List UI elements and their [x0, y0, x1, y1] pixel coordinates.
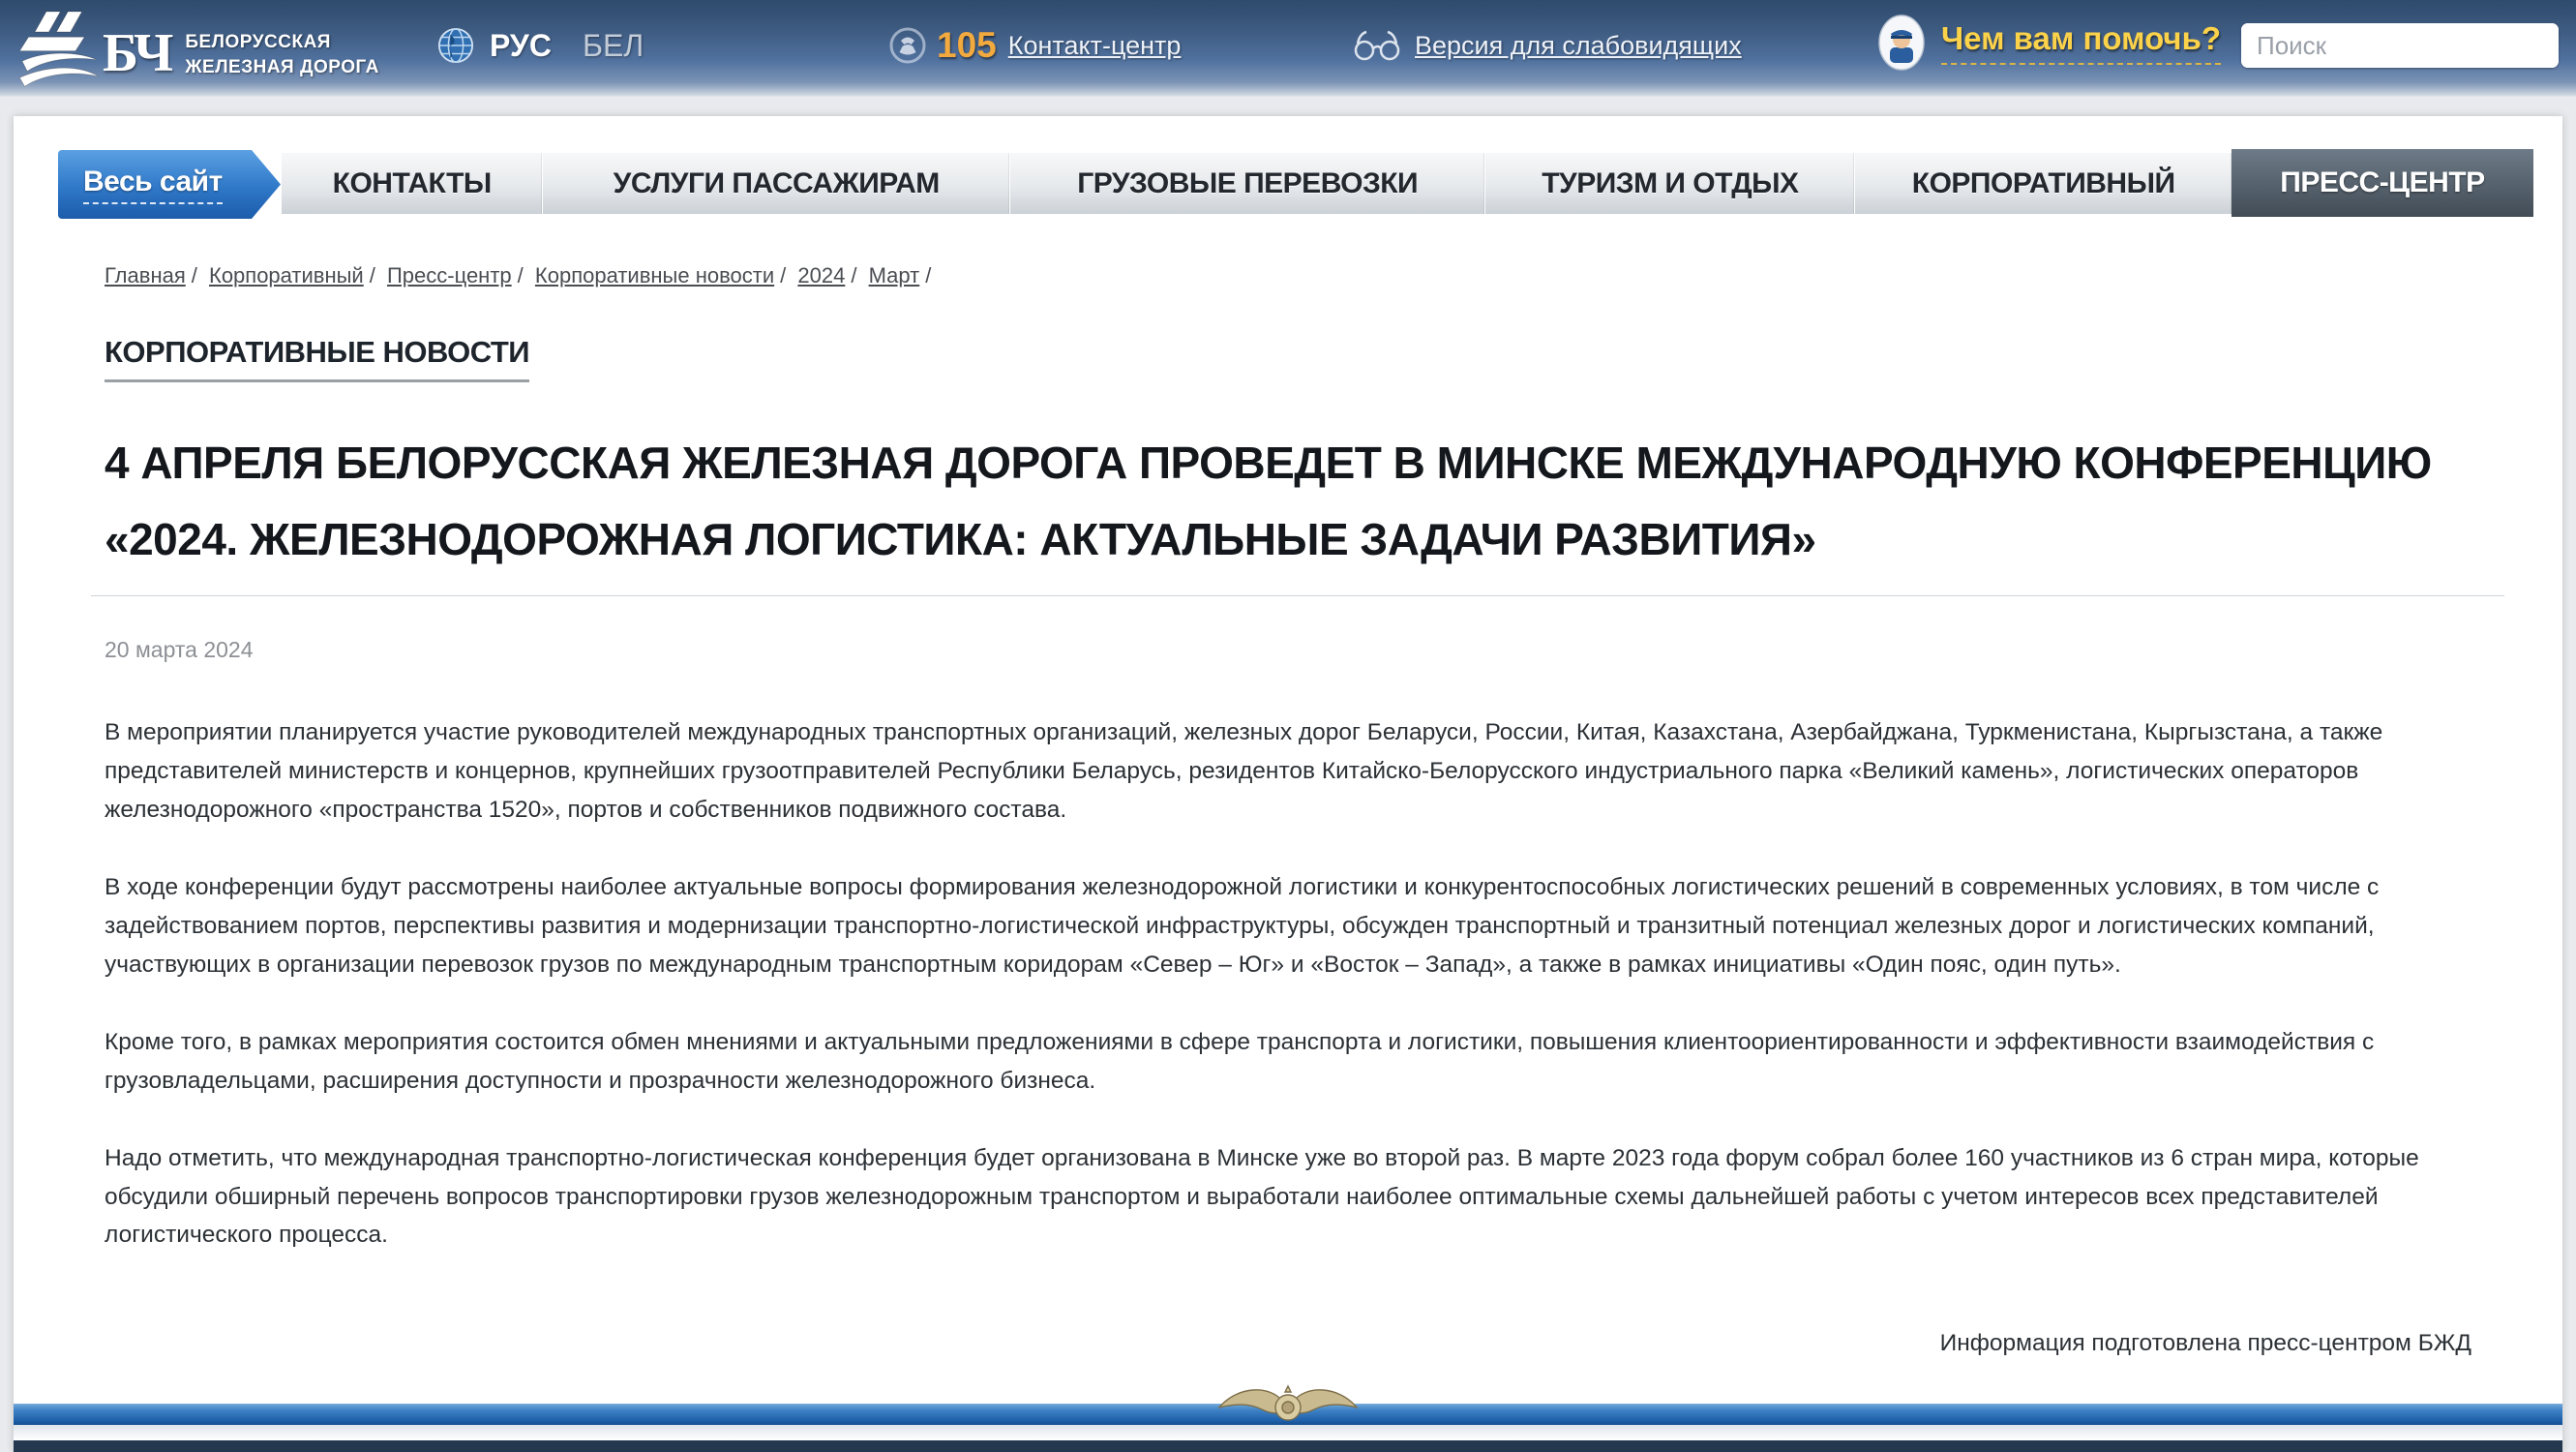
contact-center-link[interactable]: Контакт-центр	[1008, 31, 1182, 61]
top-header-bar: БЧ БЕЛОРУССКАЯ ЖЕЛЕЗНАЯ ДОРОГА РУС БЕЛ 1…	[0, 0, 2576, 97]
accessibility-link[interactable]: Версия для слабовидящих	[1415, 31, 1742, 61]
help-link[interactable]: Чем вам помочь?	[1941, 20, 2221, 65]
contact-center: 105 Контакт-центр	[888, 25, 1181, 66]
assistant-icon	[1877, 14, 1926, 72]
breadcrumb-corporate[interactable]: Корпоративный	[209, 263, 364, 287]
search-input[interactable]	[2241, 23, 2559, 68]
article-paragraph: В мероприятии планируется участие руково…	[105, 713, 2485, 830]
breadcrumb-2024[interactable]: 2024	[797, 263, 845, 287]
tab-all-site[interactable]: Весь сайт	[58, 150, 281, 219]
phone-icon	[888, 26, 927, 65]
article-paragraph: В ходе конференции будут рассмотрены наи…	[105, 868, 2485, 984]
breadcrumb-corporate-news[interactable]: Корпоративные новости	[535, 263, 774, 287]
globe-icon	[437, 27, 474, 64]
breadcrumb-home[interactable]: Главная	[105, 263, 186, 287]
search-box	[2241, 23, 2559, 68]
page-footer	[14, 1404, 2562, 1452]
winged-wheel-emblem-icon	[1215, 1378, 1361, 1435]
article-title: 4 АПРЕЛЯ БЕЛОРУССКАЯ ЖЕЛЕЗНАЯ ДОРОГА ПРО…	[105, 425, 2485, 578]
breadcrumb: Главная/ Корпоративный/ Пресс-центр/ Кор…	[105, 263, 2485, 288]
breadcrumb-march[interactable]: Март	[869, 263, 920, 287]
article-paragraph: Кроме того, в рамках мероприятия состоит…	[105, 1023, 2485, 1101]
language-switcher: РУС БЕЛ	[437, 27, 644, 64]
article-body: В мероприятии планируется участие руково…	[105, 713, 2485, 1255]
contact-number: 105	[937, 25, 997, 66]
footer-dark-strip	[14, 1440, 2562, 1452]
logo-name: БЕЛОРУССКАЯ ЖЕЛЕЗНАЯ ДОРОГА	[185, 30, 378, 79]
article-date: 20 марта 2024	[105, 637, 2485, 663]
tab-press-center[interactable]: ПРЕСС-ЦЕНТР	[2232, 149, 2533, 217]
tab-corporate[interactable]: КОРПОРАТИВНЫЙ	[1854, 153, 2231, 214]
title-divider	[91, 595, 2504, 596]
section-title: КОРПОРАТИВНЫЕ НОВОСТИ	[105, 335, 529, 382]
tab-all-site-label: Весь сайт	[83, 166, 223, 204]
main-navigation: Весь сайт КОНТАКТЫ УСЛУГИ ПАССАЖИРАМ ГРУ…	[14, 116, 2562, 221]
tab-passenger-services[interactable]: УСЛУГИ ПАССАЖИРАМ	[542, 153, 1009, 214]
tab-contacts[interactable]: КОНТАКТЫ	[281, 153, 542, 214]
railway-logo-icon	[17, 8, 101, 89]
lang-bel-button[interactable]: БЕЛ	[583, 28, 644, 64]
article-paragraph: Надо отметить, что международная транспо…	[105, 1139, 2485, 1255]
accessibility-version[interactable]: Версия для слабовидящих	[1353, 29, 1742, 62]
page-card: Весь сайт КОНТАКТЫ УСЛУГИ ПАССАЖИРАМ ГРУ…	[14, 116, 2562, 1452]
help-widget[interactable]: Чем вам помочь?	[1877, 14, 2221, 72]
logo-abbr: БЧ	[103, 22, 171, 84]
site-logo[interactable]: БЧ БЕЛОРУССКАЯ ЖЕЛЕЗНАЯ ДОРОГА	[17, 8, 379, 89]
lang-rus-button[interactable]: РУС	[490, 28, 552, 64]
article-attribution: Информация подготовлена пресс-центром БЖ…	[91, 1330, 2471, 1357]
breadcrumb-press-center[interactable]: Пресс-центр	[387, 263, 512, 287]
article-content: Главная/ Корпоративный/ Пресс-центр/ Кор…	[14, 221, 2562, 1404]
tab-tourism[interactable]: ТУРИЗМ И ОТДЫХ	[1484, 153, 1854, 214]
tab-freight[interactable]: ГРУЗОВЫЕ ПЕРЕВОЗКИ	[1009, 153, 1484, 214]
glasses-icon	[1353, 29, 1403, 62]
